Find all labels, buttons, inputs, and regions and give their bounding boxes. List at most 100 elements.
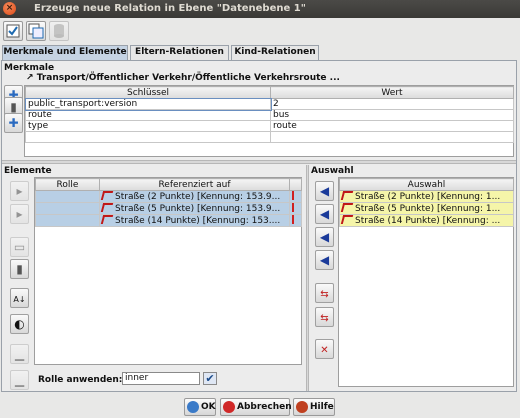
toolbar	[0, 18, 520, 44]
add-after-button[interactable]: ◀	[315, 227, 334, 247]
cancel-button[interactable]: Abbrechen	[220, 398, 292, 416]
ok-button[interactable]: OK	[184, 398, 216, 416]
add-before-button[interactable]: ◀	[315, 204, 334, 224]
reverse-button[interactable]: ◐	[10, 314, 29, 334]
member-role-cell[interactable]	[35, 202, 100, 215]
selection-text: Straße (2 Punkte) [Kennung: 1...	[355, 192, 501, 202]
role-input[interactable]: inner	[122, 372, 200, 385]
download-members-button[interactable]: ▁	[10, 344, 29, 364]
member-ref-text: Straße (2 Punkte) [Kennung: 153.9...	[115, 192, 281, 202]
column-header-rolle: Rolle	[35, 178, 100, 191]
apply-icon	[6, 24, 20, 38]
way-icon	[100, 191, 114, 200]
tab-panel: Merkmale ↗ Transport/Öffentlicher Verkeh…	[1, 60, 517, 392]
delete-member-button[interactable]: ▮	[10, 259, 29, 279]
way-icon	[340, 191, 354, 200]
tag-value-cell[interactable]: bus	[270, 109, 514, 121]
download-incomplete-icon: ▁	[14, 373, 25, 387]
apply-role-button[interactable]: ✔	[203, 372, 217, 385]
table-row-empty[interactable]	[25, 131, 514, 143]
member-ref-cell[interactable]: Straße (2 Punkte) [Kennung: 153.9...	[99, 190, 290, 203]
checkmark-icon: ✔	[205, 372, 215, 385]
table-row[interactable]: Straße (5 Punkte) [Kennung: 153.9...	[35, 202, 302, 215]
member-ref-text: Straße (5 Punkte) [Kennung: 153.9...	[115, 204, 281, 214]
preset-path: ↗ Transport/Öffentlicher Verkehr/Öffentl…	[26, 73, 340, 83]
database-delete-icon: ▮	[10, 100, 17, 114]
tab-merkmale-und-elemente[interactable]: Merkmale und Elemente	[2, 45, 128, 60]
add-end-icon: ◀	[319, 253, 330, 267]
table-row[interactable]: Straße (2 Punkte) [Kennung: 153.9...	[35, 190, 302, 203]
member-role-cell[interactable]	[35, 214, 100, 227]
tags-table: Schlüssel Wert public_transport:version …	[24, 85, 514, 157]
apply-button[interactable]	[3, 21, 23, 41]
member-ref-cell[interactable]: Straße (5 Punkte) [Kennung: 153.9...	[99, 202, 290, 215]
move-down-button[interactable]: ▸	[10, 204, 29, 224]
cancel-label: Abbrechen	[237, 402, 292, 412]
sort-button[interactable]: A↓	[10, 288, 29, 308]
select-in-relation-button[interactable]: ⇆	[315, 307, 334, 327]
close-icon[interactable]: ×	[3, 2, 16, 15]
table-row[interactable]: route bus	[25, 109, 514, 121]
table-row[interactable]: Straße (14 Punkte) [Kennung: ...	[339, 214, 514, 227]
preset-path-text: Transport/Öffentlicher Verkehr/Öffentlic…	[36, 73, 340, 83]
table-row[interactable]: public_transport:version 2	[24, 97, 514, 111]
tag-value-cell[interactable]: route	[270, 120, 514, 132]
add-at-start-button[interactable]: ◀	[315, 181, 334, 201]
member-ref-cell[interactable]: Straße (14 Punkte) [Kennung: 153....	[99, 214, 290, 227]
selection-cell[interactable]: Straße (2 Punkte) [Kennung: 1...	[339, 190, 514, 203]
add-start-icon: ◀	[319, 184, 330, 198]
remove-button[interactable]: ✕	[315, 339, 334, 359]
window-title: Erzeuge neue Relation in Ebene "Datenebe…	[34, 3, 306, 14]
tag-value-cell[interactable]: 2	[270, 98, 514, 110]
member-ref-text: Straße (14 Punkte) [Kennung: 153....	[115, 216, 281, 226]
help-button[interactable]: Hilfe	[293, 398, 335, 416]
table-row[interactable]: Straße (14 Punkte) [Kennung: 153....	[35, 214, 302, 227]
help-icon	[296, 401, 308, 413]
edit-tag-button[interactable]: ✚	[4, 113, 23, 133]
vertical-splitter[interactable]	[306, 165, 309, 391]
column-header-wert: Wert	[270, 86, 514, 99]
elemente-title: Elemente	[4, 166, 52, 176]
edit-member-button[interactable]: ▭	[10, 237, 29, 257]
tab-eltern-relationen[interactable]: Eltern-Relationen	[130, 45, 229, 60]
database-button[interactable]	[49, 21, 69, 41]
table-row[interactable]: Straße (2 Punkte) [Kennung: 1...	[339, 190, 514, 203]
edit-icon: ✚	[8, 116, 19, 130]
column-header-auswahl: Auswahl	[339, 178, 514, 191]
page-icon: ▭	[13, 240, 26, 254]
way-icon	[100, 215, 114, 224]
add-at-end-button[interactable]: ◀	[315, 250, 334, 270]
remove-selected-button[interactable]: ⇆	[315, 283, 334, 303]
member-role-cell[interactable]	[35, 190, 100, 203]
tag-key-cell[interactable]: route	[25, 109, 271, 121]
way-icon	[340, 203, 354, 212]
column-header-referenziert-auf: Referenziert auf	[99, 178, 290, 191]
tag-key-cell[interactable]: type	[25, 120, 271, 132]
database-remove-icon: ▮	[16, 262, 23, 276]
remove-icon: ✕	[320, 345, 329, 356]
horizontal-splitter[interactable]	[2, 160, 516, 164]
download-incomplete-button[interactable]: ▁	[10, 370, 29, 390]
link-marker-icon	[292, 191, 294, 200]
selection-cell[interactable]: Straße (5 Punkte) [Kennung: 1...	[339, 202, 514, 215]
remove-selected-icon: ⇆	[320, 289, 329, 300]
download-icon: ▁	[14, 347, 25, 361]
database-icon	[54, 24, 64, 38]
move-up-button[interactable]: ▸	[10, 181, 29, 201]
reverse-icon: ◐	[14, 317, 25, 331]
tab-kind-relationen[interactable]: Kind-Relationen	[231, 45, 319, 60]
tag-key-cell[interactable]: public_transport:version	[24, 97, 272, 111]
selection-table: Auswahl Straße (2 Punkte) [Kennung: 1...…	[338, 177, 514, 387]
copy-button[interactable]	[26, 21, 46, 41]
members-table: Rolle Referenziert auf Straße (2 Punkte)…	[34, 177, 302, 365]
table-row[interactable]: type route	[25, 120, 514, 132]
copy-icon	[28, 23, 44, 39]
role-apply-label: Rolle anwenden:	[38, 375, 123, 385]
merkmale-title: Merkmale	[4, 63, 55, 73]
way-icon	[100, 203, 114, 212]
selection-cell[interactable]: Straße (14 Punkte) [Kennung: ...	[339, 214, 514, 227]
table-row[interactable]: Straße (5 Punkte) [Kennung: 1...	[339, 202, 514, 215]
selection-text: Straße (14 Punkte) [Kennung: ...	[355, 216, 501, 226]
link-marker-icon	[292, 203, 294, 212]
preset-icon: ↗	[26, 73, 37, 83]
